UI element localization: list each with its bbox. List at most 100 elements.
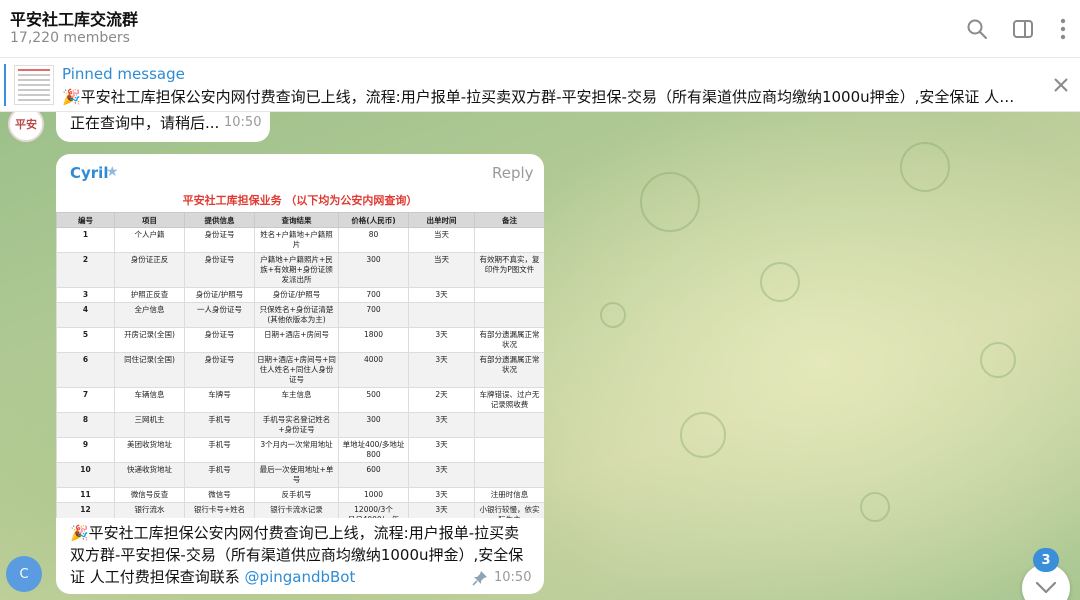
table-cell: 3个月内一次常用地址 — [254, 437, 339, 463]
table-cell: 银行流水 — [114, 502, 185, 518]
table-header-cell: 查询结果 — [254, 212, 339, 228]
table-cell — [474, 227, 544, 253]
table-cell: 车辆信息 — [114, 387, 185, 413]
table-cell: 快递收货地址 — [114, 462, 185, 488]
message-time: 10:50 — [494, 570, 532, 585]
bot-link[interactable]: @pingandbBot — [245, 568, 356, 586]
table-cell: 一人身份证号 — [184, 302, 255, 328]
table-cell: 5 — [56, 327, 115, 353]
table-cell: 4 — [56, 302, 115, 328]
table-cell: 3 — [56, 287, 115, 303]
reply-button[interactable]: Reply — [492, 164, 534, 182]
wallpaper-doodle — [980, 342, 1016, 378]
table-cell: 3天 — [408, 502, 475, 518]
table-header-cell: 项目 — [114, 212, 185, 228]
table-cell: 300 — [338, 412, 409, 438]
table-cell: 车主信息 — [254, 387, 339, 413]
table-row: 9 美团收货地址 手机号 3个月内一次常用地址 单地址400/多地址800 3天 — [56, 437, 544, 463]
table-cell: 姓名+户籍地+户籍照片 — [254, 227, 339, 253]
table-cell: 户籍地+户籍照片+民族+有效期+身份证颁发派出所 — [254, 252, 339, 288]
document-image[interactable]: 平安社工库担保业务 （以下均为公安内网查询） 编号 项目 提供信息 查询结果 价格(人民… — [56, 188, 544, 518]
table-cell: 3天 — [408, 462, 475, 488]
table-header-cell: 价格(人民币) — [338, 212, 409, 228]
table-cell: 身份证号 — [184, 352, 255, 388]
table-cell: 个人户籍 — [114, 227, 185, 253]
member-count: 17,220 members — [10, 30, 130, 46]
table-cell — [474, 412, 544, 438]
table-cell: 美团收货地址 — [114, 437, 185, 463]
table-cell: 3天 — [408, 287, 475, 303]
table-cell: 11 — [56, 487, 115, 503]
table-cell: 身份证号 — [184, 252, 255, 288]
table-cell: 只保姓名+身份证清楚(其他依版本为主) — [254, 302, 339, 328]
table-cell: 当天 — [408, 227, 475, 253]
table-cell: 有效期不真实，复印件为P图文件 — [474, 252, 544, 288]
pin-icon — [472, 570, 488, 586]
table-row: 2 身份证正反 身份证号 户籍地+户籍照片+民族+有效期+身份证颁发派出所 300 当天有… — [56, 252, 544, 288]
table-row: 4 全户信息 一人身份证号 只保姓名+身份证清楚(其他依版本为主) 700 — [56, 302, 544, 328]
table-cell: 7 — [56, 387, 115, 413]
table-cell: 微信号反查 — [114, 487, 185, 503]
chevron-down-icon — [1035, 581, 1057, 594]
table-row: 7 车辆信息 车牌号 车主信息 500 2天 车牌错误、过户无记录照收费 — [56, 387, 544, 413]
table-cell: 3天 — [408, 412, 475, 438]
table-cell: 1800 — [338, 327, 409, 353]
table-row: 11 微信号反查 微信号 反手机号 1000 3天 注册时信息 — [56, 487, 544, 503]
table-cell: 8 — [56, 412, 115, 438]
pinned-text: 🎉平安社工库担保公安内网付费查询已上线，流程:用户报单-拉买卖双方群-平安担保-… — [62, 88, 1022, 106]
table-cell — [408, 302, 475, 328]
table-cell: 反手机号 — [254, 487, 339, 503]
table-cell: 三网机主 — [114, 412, 185, 438]
wallpaper-doodle — [900, 142, 950, 192]
avatar[interactable]: C — [6, 556, 42, 592]
table-cell: 银行卡流水记录 — [254, 502, 339, 518]
table-row: 10 快递收货地址 手机号 最后一次使用地址+单号 600 3天 — [56, 462, 544, 488]
table-cell: 身份证号 — [184, 327, 255, 353]
table-cell: 3天 — [408, 352, 475, 388]
table-row: 12银行流水银行卡号+姓名银行卡流水记录12000/3个月/24000/一年3天… — [56, 502, 544, 518]
table-cell: 3天 — [408, 327, 475, 353]
table-cell: 身份证/护照号 — [184, 287, 255, 303]
table-row: 5 开房记录(全国) 身份证号 日期+酒店+房间号 1800 3天 有部分遗漏属正常状况 — [56, 327, 544, 353]
table-cell: 2天 — [408, 387, 475, 413]
more-vertical-icon[interactable] — [1048, 14, 1078, 44]
table-header-cell: 备注 — [474, 212, 544, 228]
table-cell: 1000 — [338, 487, 409, 503]
table-cell — [474, 287, 544, 303]
table-cell: 600 — [338, 462, 409, 488]
table-header-cell: 编号 — [56, 212, 115, 228]
table-cell: 有部分遗漏属正常状况 — [474, 352, 544, 388]
table-cell: 500 — [338, 387, 409, 413]
sender-name[interactable]: Cyril — [70, 164, 108, 182]
document-title: 平安社工库担保业务 （以下均为公安内网查询） — [182, 194, 418, 207]
table-cell: 护照正反查 — [114, 287, 185, 303]
avatar[interactable]: 平安 — [8, 112, 44, 142]
unread-badge: 3 — [1033, 548, 1059, 572]
table-cell: 300 — [338, 252, 409, 288]
close-icon[interactable] — [1046, 70, 1076, 100]
pinned-message-bar[interactable]: Pinned message 🎉平安社工库担保公安内网付费查询已上线，流程:用户… — [0, 58, 1080, 112]
message-bubble[interactable]: Cyril ★ Reply 平安社工库担保业务 （以下均为公安内网查询） 编号项… — [56, 154, 544, 594]
table-cell: 700 — [338, 302, 409, 328]
search-icon[interactable] — [962, 14, 992, 44]
chat-title[interactable]: 平安社工库交流群 — [10, 6, 138, 30]
previous-message-bubble[interactable]: 正在查询中，请稍后... 10:50 — [56, 112, 270, 142]
table-cell: 9 — [56, 437, 115, 463]
table-row: 3 护照正反查 身份证/护照号 身份证/护照号 700 3天 — [56, 287, 544, 303]
table-cell: 6 — [56, 352, 115, 388]
wallpaper-doodle — [860, 492, 890, 522]
table-cell: 手机号 — [184, 437, 255, 463]
table-cell: 10 — [56, 462, 115, 488]
table-cell: 单地址400/多地址800 — [338, 437, 409, 463]
table-row: 6 同住记录(全国) 身份证号 日期+酒店+房间号+同住人姓名+同住人身份证号 4000… — [56, 352, 544, 388]
table-cell: 日期+酒店+房间号+同住人姓名+同住人身份证号 — [254, 352, 339, 388]
table-cell: 银行卡号+姓名 — [184, 502, 255, 518]
table-row: 8 三网机主 手机号 手机号实名登记姓名+身份证号 300 3天 — [56, 412, 544, 438]
chat-area[interactable]: 平安 正在查询中，请稍后... 10:50 Cyril ★ Reply 平安社工… — [0, 112, 1080, 600]
sidebar-toggle-icon[interactable] — [1008, 14, 1038, 44]
pinned-label: Pinned message — [62, 65, 185, 83]
message-time: 10:50 — [224, 115, 262, 130]
table-cell: 手机号实名登记姓名+身份证号 — [254, 412, 339, 438]
table-cell: 1 — [56, 227, 115, 253]
pinned-thumbnail — [14, 65, 54, 105]
